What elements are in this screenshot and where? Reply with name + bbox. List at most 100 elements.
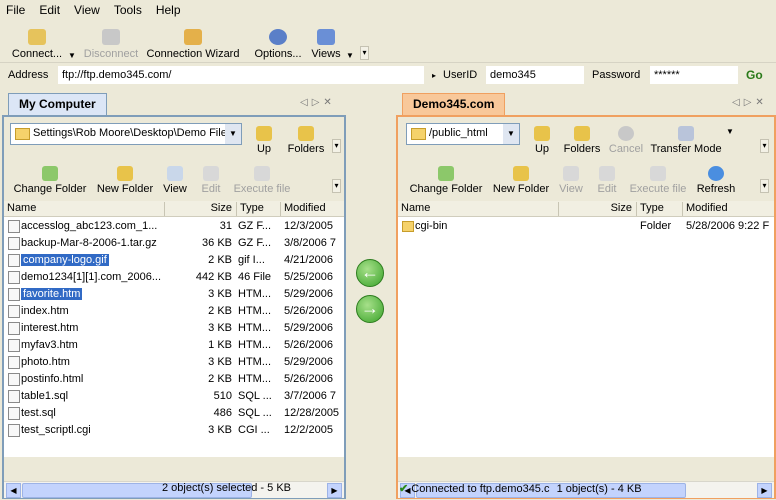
disconnect-button[interactable]: Disconnect: [82, 22, 140, 60]
table-row[interactable]: company-logo.gif 2 KB gif I... 4/21/2006: [4, 252, 344, 269]
table-row[interactable]: accesslog_abc123.com_1... 31 GZ F... 12/3/2…: [4, 218, 344, 235]
local-edit-button[interactable]: Edit: [198, 159, 224, 195]
local-up-button[interactable]: Up: [252, 119, 276, 155]
file-size: 3 KB: [208, 322, 232, 334]
remote-pane: Demo345.com ◁▷✕ /public_html ▼ Up Folder…: [396, 91, 776, 499]
table-row[interactable]: favorite.htm 3 KB HTM... 5/29/2006: [4, 286, 344, 303]
password-input[interactable]: ******: [650, 66, 738, 84]
col-type[interactable]: Type: [236, 202, 280, 216]
local-execute-button[interactable]: Execute file: [232, 159, 292, 195]
tab-my-computer[interactable]: My Computer: [8, 93, 107, 115]
col-name[interactable]: Name: [398, 202, 558, 216]
col-size[interactable]: Size: [558, 202, 636, 216]
wizard-icon: [184, 29, 202, 45]
menu-view[interactable]: View: [74, 3, 100, 17]
remote-up-button[interactable]: Up: [530, 119, 554, 155]
up-folder-icon: [534, 126, 550, 141]
file-size: 3 KB: [208, 356, 232, 368]
go-button[interactable]: Go: [746, 68, 763, 82]
remote-cancel-button[interactable]: Cancel: [608, 119, 644, 155]
remote-transfer-mode-button[interactable]: Transfer Mode: [648, 119, 724, 155]
options-button[interactable]: Options...: [252, 22, 304, 60]
file-modified: 5/26/2006: [284, 373, 333, 385]
actionbar-chevron-icon[interactable]: ▾: [332, 179, 341, 193]
table-row[interactable]: cgi-bin Folder 5/28/2006 9:22 F: [398, 218, 774, 235]
remote-pane-body: /public_html ▼ Up Folders Cancel Transfe…: [396, 115, 776, 499]
main-toolbar: Connect... ▼ Disconnect Connection Wizar…: [0, 20, 776, 62]
remote-execute-button[interactable]: Execute file: [628, 159, 688, 195]
local-list-header: Name Size Type Modified: [4, 201, 344, 217]
chevron-down-icon[interactable]: ▼: [503, 124, 519, 144]
file-type: Folder: [640, 220, 672, 232]
file-name: photo.htm: [21, 356, 70, 368]
col-modified[interactable]: Modified: [280, 202, 344, 216]
views-dropdown-icon[interactable]: ▼: [346, 22, 354, 60]
userid-input[interactable]: demo345: [486, 66, 584, 84]
local-folders-button[interactable]: Folders: [286, 119, 326, 155]
remote-status-count: 1 object(s) - 4 KB: [556, 483, 642, 495]
address-input[interactable]: ftp://ftp.demo345.com/: [58, 66, 424, 84]
local-action-bar: Change Folder New Folder View Edit Execu…: [4, 157, 344, 197]
remote-view-button[interactable]: View: [558, 159, 584, 195]
menu-edit[interactable]: Edit: [39, 3, 60, 17]
upload-arrow-icon[interactable]: →: [356, 295, 384, 323]
tab-demo345[interactable]: Demo345.com: [402, 93, 506, 115]
remote-actionbar-chevron-icon[interactable]: ▾: [760, 179, 769, 193]
col-modified[interactable]: Modified: [682, 202, 774, 216]
file-type: HTM...: [238, 373, 271, 385]
table-row[interactable]: index.htm 2 KB HTM... 5/26/2006: [4, 303, 344, 320]
transfer-mode-dropdown-icon[interactable]: ▼: [726, 119, 734, 155]
local-path-combo[interactable]: Settings\Rob Moore\Desktop\Demo Files ▼: [10, 123, 242, 145]
local-view-button[interactable]: View: [162, 159, 188, 195]
table-row[interactable]: table1.sql 510 SQL ... 3/7/2006 7: [4, 388, 344, 405]
table-row[interactable]: photo.htm 3 KB HTM... 5/29/2006: [4, 354, 344, 371]
edit-label: Edit: [201, 183, 221, 195]
local-new-folder-button[interactable]: New Folder: [96, 159, 154, 195]
menu-help[interactable]: Help: [156, 3, 181, 17]
refresh-label: Refresh: [696, 183, 736, 195]
local-nav-bar: Settings\Rob Moore\Desktop\Demo Files ▼ …: [4, 117, 344, 157]
remote-nav-bar: /public_html ▼ Up Folders Cancel Transfe…: [398, 117, 774, 157]
file-name: interest.htm: [21, 322, 79, 334]
local-pane-body: Settings\Rob Moore\Desktop\Demo Files ▼ …: [2, 115, 346, 499]
local-change-folder-button[interactable]: Change Folder: [10, 159, 90, 195]
col-size[interactable]: Size: [164, 202, 236, 216]
file-name: company-logo.gif: [21, 254, 109, 266]
connection-wizard-button[interactable]: Connection Wizard: [146, 22, 240, 60]
remote-path-combo[interactable]: /public_html ▼: [406, 123, 520, 145]
table-row[interactable]: demo1234[1][1].com_2006... 442 KB 46 File 5…: [4, 269, 344, 286]
change-folder-label: Change Folder: [409, 183, 483, 195]
cancel-label: Cancel: [608, 143, 644, 155]
download-arrow-icon[interactable]: ←: [356, 259, 384, 287]
chevron-down-icon[interactable]: ▼: [225, 124, 241, 144]
remote-navbar-chevron-icon[interactable]: ▾: [760, 139, 769, 153]
remote-tab-nav-icon[interactable]: ◁▷✕: [732, 97, 768, 108]
navbar-chevron-icon[interactable]: ▾: [332, 139, 341, 153]
connect-button[interactable]: Connect...: [8, 22, 66, 60]
file-name: favorite.htm: [21, 288, 83, 300]
tab-nav-icon[interactable]: ◁▷✕: [300, 97, 336, 108]
table-row[interactable]: myfav3.htm 1 KB HTM... 5/26/2006: [4, 337, 344, 354]
remote-change-folder-button[interactable]: Change Folder: [406, 159, 486, 195]
file-modified: 4/21/2006: [284, 254, 333, 266]
table-row[interactable]: test.sql 486 SQL ... 12/28/2005: [4, 405, 344, 422]
table-row[interactable]: postinfo.html 2 KB HTM... 5/26/2006: [4, 371, 344, 388]
views-label: Views: [311, 48, 341, 60]
remote-edit-button[interactable]: Edit: [594, 159, 620, 195]
remote-folders-button[interactable]: Folders: [562, 119, 602, 155]
file-modified: 3/7/2006 7: [284, 390, 336, 402]
connect-dropdown-icon[interactable]: ▼: [68, 22, 76, 60]
col-name[interactable]: Name: [4, 202, 164, 216]
table-row[interactable]: test_scriptl.cgi 3 KB CGI ... 12/2/2005: [4, 422, 344, 439]
table-row[interactable]: backup-Mar-8-2006-1.tar.gz 36 KB GZ F... 3/…: [4, 235, 344, 252]
views-button[interactable]: Views: [310, 22, 342, 60]
col-type[interactable]: Type: [636, 202, 682, 216]
menu-tools[interactable]: Tools: [114, 3, 142, 17]
toolbar-chevron-icon[interactable]: ▾: [360, 46, 369, 60]
file-size: 1 KB: [208, 339, 232, 351]
remote-refresh-button[interactable]: Refresh: [696, 159, 736, 195]
table-row[interactable]: interest.htm 3 KB HTM... 5/29/2006: [4, 320, 344, 337]
menu-file[interactable]: File: [6, 3, 25, 17]
remote-new-folder-button[interactable]: New Folder: [492, 159, 550, 195]
file-size: 442 KB: [195, 271, 232, 283]
